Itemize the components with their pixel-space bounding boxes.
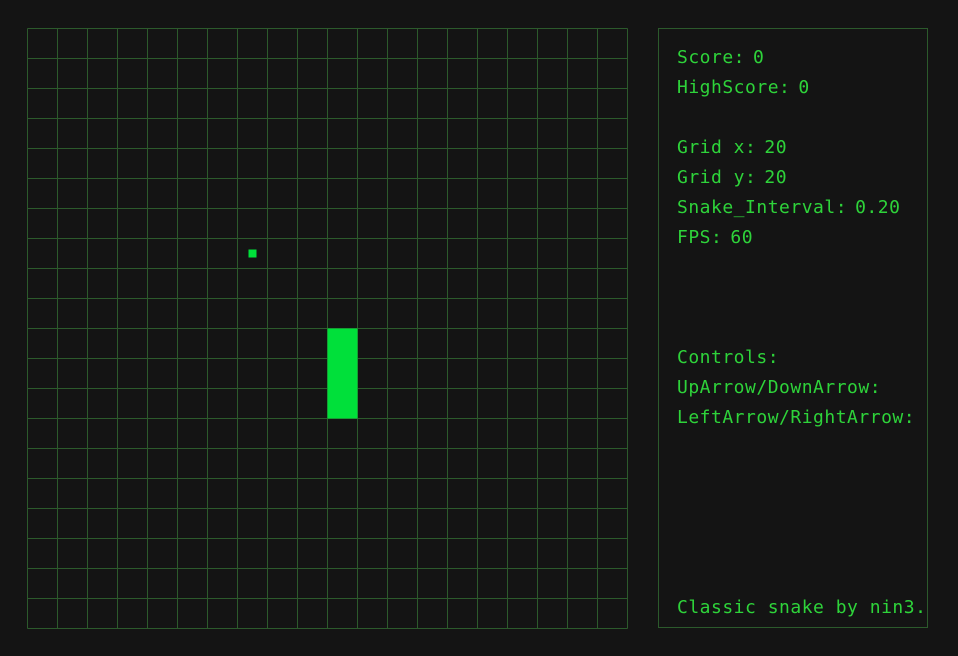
grid-x-label: Grid x: [677, 137, 757, 158]
grid-x-row: Grid x: 20 [677, 138, 787, 158]
snake-interval-row: Snake_Interval: 0.20 [677, 198, 900, 218]
grid-y-row: Grid y: 20 [677, 168, 787, 188]
snake-interval-label: Snake_Interval: [677, 197, 848, 218]
info-panel: Score: 0 HighScore: 0 Grid x: 20 Grid y:… [658, 28, 928, 628]
fps-label: FPS: [677, 227, 723, 248]
controls-title: Controls: [677, 347, 780, 368]
fps-value: 60 [730, 227, 754, 248]
highscore-label: HighScore: [677, 77, 791, 98]
snake-segment [327, 358, 358, 389]
snake [327, 328, 358, 419]
score-value: 0 [753, 47, 765, 68]
score-label: Score: [677, 47, 746, 68]
game-board[interactable] [27, 28, 628, 629]
food-layer [248, 249, 257, 258]
snake-head [327, 328, 358, 359]
grid-x-value: 20 [764, 137, 788, 158]
grid-y-label: Grid y: [677, 167, 757, 188]
snake-interval-value: 0.20 [855, 197, 901, 218]
fps-row: FPS: 60 [677, 228, 753, 248]
grid-y-value: 20 [764, 167, 788, 188]
food-pellet [248, 249, 257, 258]
score-row: Score: 0 [677, 48, 764, 68]
highscore-row: HighScore: 0 [677, 78, 810, 98]
snake-segment [327, 388, 358, 419]
controls-left-right: LeftArrow/RightArrow: [677, 407, 916, 428]
highscore-value: 0 [798, 77, 810, 98]
credit-text: Classic snake by nin3. [677, 597, 927, 618]
controls-up-down: UpArrow/DownArrow: [677, 377, 882, 398]
